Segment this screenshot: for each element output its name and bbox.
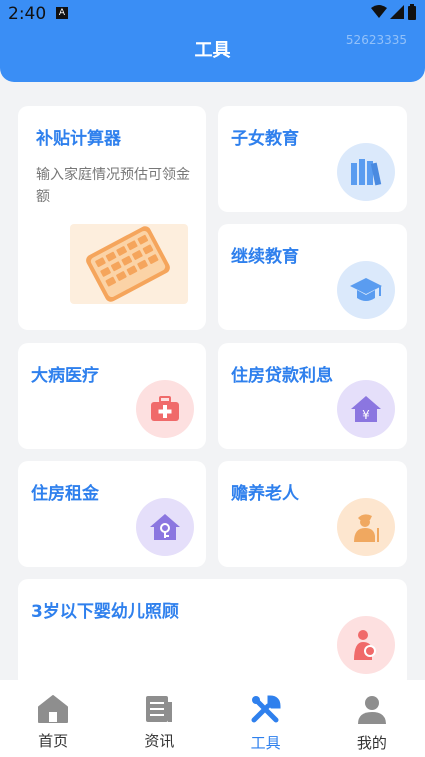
- graduation-cap-icon: [337, 261, 395, 319]
- books-icon: [337, 143, 395, 201]
- elderly-support-card[interactable]: 赡养老人: [218, 461, 407, 567]
- card-title: 子女教育: [231, 129, 299, 149]
- tab-label: 资讯: [144, 732, 175, 750]
- home-icon: [38, 695, 69, 723]
- status-notification-icon: A: [56, 7, 68, 19]
- tab-tools[interactable]: 工具: [213, 680, 319, 757]
- news-icon: [146, 696, 173, 722]
- tab-mine[interactable]: 我的: [319, 680, 425, 757]
- elderly-person-icon: [337, 498, 395, 556]
- house-key-icon: [136, 498, 194, 556]
- card-title: 补贴计算器: [36, 129, 121, 149]
- house-yen-icon: ¥: [337, 380, 395, 438]
- card-title: 住房贷款利息: [231, 366, 333, 386]
- status-time: 2:40: [8, 4, 47, 24]
- tools-icon: [251, 695, 281, 723]
- card-title: 3岁以下婴幼儿照顾: [31, 602, 179, 622]
- bottom-tab-bar: 首页 资讯 工具 我的: [0, 680, 425, 757]
- watermark-text: 52623335: [345, 33, 407, 47]
- user-icon: [357, 696, 386, 724]
- housing-loan-card[interactable]: 住房贷款利息 ¥: [218, 343, 407, 449]
- status-icons: [371, 4, 417, 20]
- card-title: 赡养老人: [231, 484, 299, 504]
- tab-label: 工具: [250, 734, 281, 752]
- children-education-card[interactable]: 子女教育: [218, 106, 407, 212]
- signal-icon: [390, 5, 404, 19]
- medical-kit-icon: [136, 380, 194, 438]
- medical-card[interactable]: 大病医疗: [18, 343, 206, 449]
- battery-icon: [408, 4, 416, 20]
- card-description: 输入家庭情况预估可领金额: [36, 167, 190, 205]
- infant-care-card[interactable]: 3岁以下婴幼儿照顾: [18, 579, 407, 689]
- subsidy-calculator-card[interactable]: 补贴计算器 输入家庭情况预估可领金额: [18, 106, 206, 330]
- mother-baby-icon: [337, 616, 395, 674]
- card-title: 大病医疗: [31, 366, 99, 386]
- housing-rent-card[interactable]: 住房租金: [18, 461, 206, 567]
- continuing-education-card[interactable]: 继续教育: [218, 224, 407, 330]
- tab-news[interactable]: 资讯: [106, 680, 212, 757]
- tab-label: 我的: [356, 734, 387, 752]
- svg-text:¥: ¥: [362, 408, 370, 422]
- tab-home[interactable]: 首页: [0, 680, 106, 757]
- tab-label: 首页: [38, 732, 69, 750]
- card-title: 住房租金: [31, 484, 99, 504]
- header-bar: 2:40 A 工具 52623335: [0, 0, 425, 82]
- wifi-icon: [371, 5, 387, 18]
- card-title: 继续教育: [231, 247, 299, 267]
- calculator-icon: [70, 224, 188, 304]
